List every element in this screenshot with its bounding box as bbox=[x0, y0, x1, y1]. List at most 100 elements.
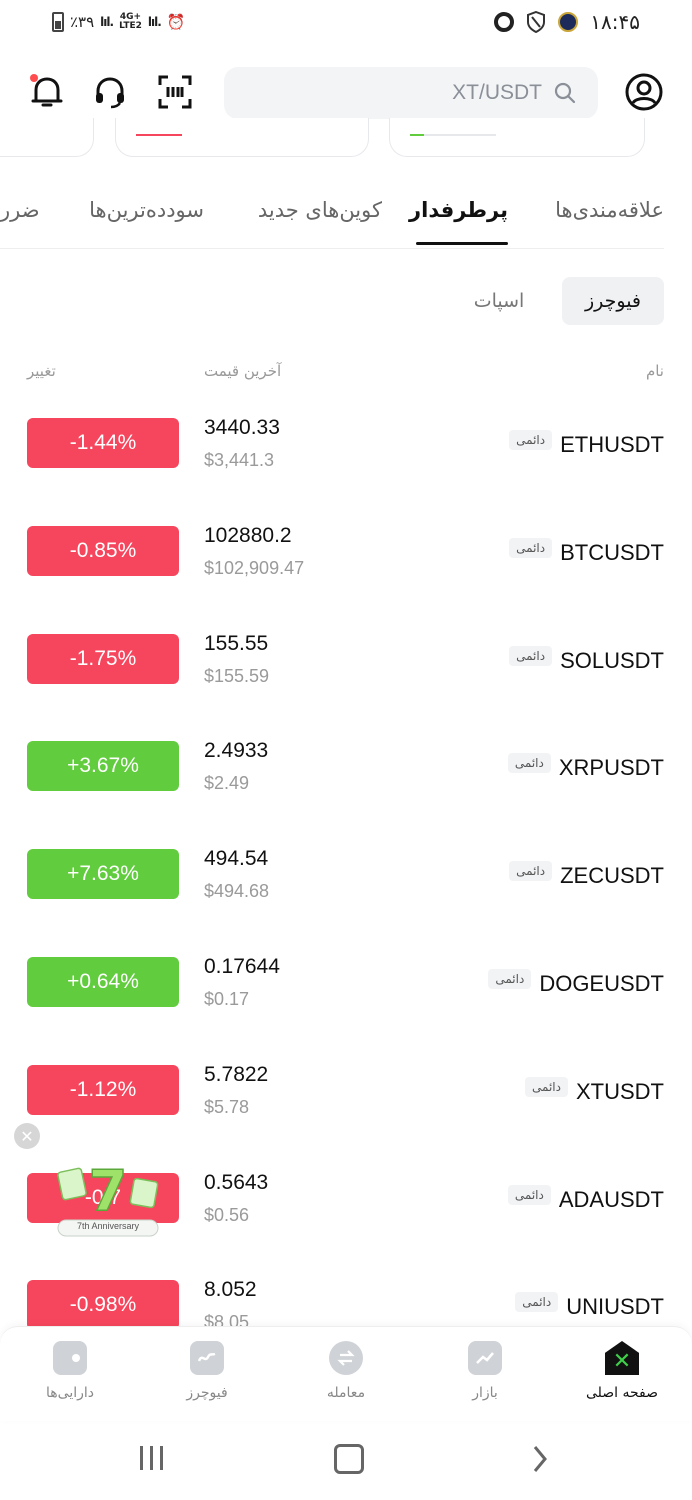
tabs-divider bbox=[0, 248, 664, 249]
market-row-ethusdt[interactable]: -1.44% 3440.33 $3,441.3 ETHUSDT دائمی bbox=[0, 390, 692, 498]
market-card[interactable] bbox=[389, 118, 645, 157]
usd-price: $2.49 bbox=[204, 773, 250, 794]
change-badge: -1.75% bbox=[27, 633, 179, 684]
last-price: 0.5643 bbox=[204, 1170, 269, 1194]
battery-level: ٪۳۹ bbox=[70, 13, 95, 31]
back-button[interactable] bbox=[530, 1444, 550, 1474]
market-row-xrpusdt[interactable]: +3.67% 2.4933 $2.49 XRPUSDT دائمی bbox=[0, 713, 692, 821]
market-row-btcusdt[interactable]: -0.85% 102880.2 $102,909.47 BTCUSDT دائمی bbox=[0, 498, 692, 606]
anniversary-badge-graphic: 7 bbox=[57, 1158, 159, 1237]
nav-label: صفحه اصلی bbox=[585, 1385, 659, 1401]
last-price: 8.052 bbox=[204, 1278, 257, 1302]
home-button[interactable] bbox=[334, 1444, 364, 1474]
profile-button[interactable] bbox=[624, 72, 664, 112]
symbol-name: XRPUSDT bbox=[558, 755, 664, 781]
shield-icon bbox=[527, 11, 546, 33]
search-placeholder: XT/USDT bbox=[452, 81, 542, 104]
perpetual-tag: دائمی bbox=[525, 1076, 568, 1097]
tab-new-coins[interactable]: کوین‌های جدید bbox=[258, 198, 382, 222]
active-tab-indicator bbox=[416, 242, 508, 245]
support-button[interactable] bbox=[90, 72, 130, 112]
symbol-name: SOLUSDT bbox=[560, 647, 664, 673]
column-change: تغییر bbox=[27, 362, 56, 380]
nav-label: دارایی‌ها bbox=[46, 1385, 94, 1401]
column-name: نام bbox=[645, 362, 664, 380]
nav-home[interactable]: ✕ صفحه اصلی bbox=[567, 1341, 677, 1401]
circle-app-icon bbox=[494, 12, 515, 32]
change-badge: -1.44% bbox=[27, 418, 179, 468]
clock: ۱۸:۴۵ bbox=[590, 10, 640, 34]
scan-button[interactable] bbox=[155, 72, 195, 112]
change-badge: -0.85% bbox=[27, 525, 179, 576]
usd-price: $0.56 bbox=[204, 1204, 250, 1225]
last-price: 155.55 bbox=[204, 631, 269, 655]
subtab-futures[interactable]: فیوچرز bbox=[562, 277, 664, 325]
market-row-xtusdt[interactable]: -1.12% 5.7822 $5.78 XTUSDT دائمی bbox=[0, 1037, 692, 1145]
change-badge: -1.12% bbox=[27, 1064, 179, 1115]
status-bar-left: ٪۳۹ lıl. 4G+ LTE2 lıl. ⏰ bbox=[52, 12, 185, 32]
nav-label: معامله bbox=[326, 1385, 366, 1401]
nav-market[interactable]: بازار bbox=[430, 1341, 540, 1401]
perpetual-tag: دائمی bbox=[509, 430, 553, 450]
subtab-spot[interactable]: اسپات bbox=[456, 277, 542, 325]
search-input[interactable]: XT/USDT bbox=[224, 67, 598, 119]
wallet-icon bbox=[53, 1341, 87, 1375]
futures-icon bbox=[190, 1341, 224, 1375]
network-type: 4G+ LTE2 bbox=[119, 12, 142, 31]
last-price: 3440.33 bbox=[204, 416, 280, 439]
market-chart-icon bbox=[468, 1341, 502, 1375]
signal-icon-2: lıl. bbox=[147, 15, 162, 29]
symbol-name: BTCUSDT bbox=[560, 539, 664, 565]
usd-price: $494.68 bbox=[204, 881, 270, 902]
anniversary-badge[interactable]: 7 7th Anniversary bbox=[52, 1158, 164, 1244]
change-badge: +3.67% bbox=[27, 741, 179, 792]
nav-assets[interactable]: دارایی‌ها bbox=[15, 1341, 125, 1401]
category-tabs: علاقه‌مندی‌ها پرطرفدار کوین‌های جدید سود… bbox=[0, 198, 692, 248]
market-row-solusdt[interactable]: -1.75% 155.55 $155.59 SOLUSDT دائمی bbox=[0, 606, 692, 714]
perpetual-tag: دائمی bbox=[515, 1292, 559, 1313]
perpetual-tag: دائمی bbox=[507, 1184, 551, 1205]
system-navigation bbox=[0, 1440, 692, 1480]
last-price: 2.4933 bbox=[204, 739, 269, 763]
nav-label: فیوچرز bbox=[186, 1385, 228, 1401]
last-price: 494.54 bbox=[204, 847, 269, 871]
perpetual-tag: دائمی bbox=[488, 969, 532, 989]
last-price: 102880.2 bbox=[204, 523, 292, 547]
anniversary-text: 7th Anniversary bbox=[76, 1221, 140, 1231]
symbol-name: ETHUSDT bbox=[560, 432, 664, 457]
market-card[interactable] bbox=[115, 118, 369, 157]
last-price: 5.7822 bbox=[204, 1062, 269, 1086]
close-promo-button[interactable]: ✕ bbox=[14, 1123, 40, 1149]
perpetual-tag: دائمی bbox=[509, 537, 553, 558]
tab-favorites[interactable]: علاقه‌مندی‌ها bbox=[555, 198, 664, 222]
headset-icon bbox=[96, 77, 124, 109]
tab-popular[interactable]: پرطرفدار bbox=[409, 198, 508, 222]
alarm-icon: ⏰ bbox=[166, 13, 186, 31]
market-card[interactable] bbox=[0, 118, 94, 157]
perpetual-tag: دائمی bbox=[509, 645, 553, 666]
symbol-name: UNIUSDT bbox=[566, 1294, 664, 1320]
battery-icon bbox=[52, 12, 64, 32]
trade-swap-icon bbox=[329, 1341, 363, 1375]
tab-top-gainers[interactable]: سودده‌ترین‌ها bbox=[89, 198, 204, 222]
symbol-name: DOGEUSDT bbox=[539, 971, 664, 996]
recent-apps-button[interactable] bbox=[140, 1446, 163, 1470]
notification-dot bbox=[30, 74, 38, 82]
notifications-button[interactable] bbox=[27, 72, 67, 112]
usd-price: $155.59 bbox=[204, 665, 270, 686]
nav-trade[interactable]: معامله bbox=[291, 1341, 401, 1401]
mini-chart bbox=[410, 134, 496, 136]
change-badge: +7.63% bbox=[27, 849, 179, 900]
market-row-zecusdt[interactable]: +7.63% 494.54 $494.68 ZECUSDT دائمی bbox=[0, 821, 692, 929]
home-x-icon: ✕ bbox=[605, 1341, 639, 1375]
bottom-navigation: ✕ صفحه اصلی بازار معامله فیوچرز دارایی‌ه… bbox=[0, 1326, 692, 1421]
tab-losers[interactable]: ضرر bbox=[0, 198, 40, 222]
scan-icon bbox=[158, 75, 192, 109]
usd-price: $0.17 bbox=[204, 989, 250, 1009]
nav-futures[interactable]: فیوچرز bbox=[152, 1341, 262, 1401]
market-row-dogeusdt[interactable]: +0.64% 0.17644 $0.17 DOGEUSDT دائمی bbox=[0, 929, 692, 1037]
last-price: 0.17644 bbox=[204, 955, 280, 978]
column-last-price: آخرین قیمت bbox=[204, 362, 282, 380]
change-badge: +0.64% bbox=[27, 957, 179, 1007]
symbol-name: ZECUSDT bbox=[560, 863, 664, 889]
